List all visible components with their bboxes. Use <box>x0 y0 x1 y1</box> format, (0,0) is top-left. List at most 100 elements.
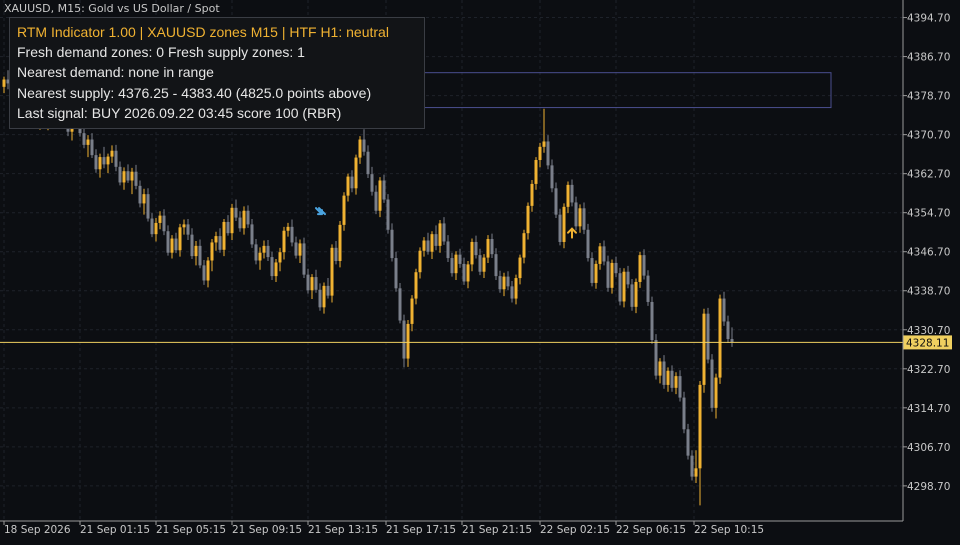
candle-body-bear <box>710 359 714 408</box>
candle-body-bear <box>114 150 118 167</box>
candle-body-bull <box>514 278 518 299</box>
candle-body-bear <box>546 141 550 166</box>
candle-body-bull <box>158 215 162 223</box>
panel-last-signal: Last signal: BUY 2026.09.22 03:45 score … <box>17 104 342 121</box>
candle-body-bull <box>354 157 358 189</box>
candle-body-bull <box>466 264 470 282</box>
candle-body-bear <box>434 234 438 246</box>
candle-body-bull <box>418 250 422 273</box>
candle-body-bear <box>606 261 610 288</box>
candle-body-bull <box>2 79 6 87</box>
candle-body-bear <box>510 286 514 299</box>
candle-body-bear <box>398 288 402 321</box>
candle-body-bear <box>294 242 298 256</box>
panel-title: RTM Indicator 1.00 | XAUUSD zones M15 | … <box>17 24 389 40</box>
y-tick-label: 4306.70 <box>907 442 950 454</box>
candle-body-bear <box>646 275 650 302</box>
candle-body-bull <box>638 255 642 282</box>
candle-body-bear <box>226 221 230 234</box>
candle-body-bear <box>318 289 322 308</box>
y-tick-label: 4322.70 <box>907 364 950 376</box>
candle-body-bull <box>658 361 662 376</box>
candle-body-bull <box>110 150 114 157</box>
candle-body-bull <box>86 139 90 145</box>
candle-body-bull <box>210 242 214 261</box>
candle-body-bear <box>494 254 498 277</box>
candle-body-bear <box>490 239 494 255</box>
candle-body-bear <box>426 240 430 252</box>
candle-body-bull <box>214 236 218 243</box>
candle-body-bull <box>610 262 614 288</box>
candle-body-bear <box>590 258 594 283</box>
candle-body-bear <box>386 199 390 230</box>
candle-body-bear <box>626 271 630 285</box>
x-tick-label: 22 Sep 06:15 <box>616 524 686 536</box>
x-tick-label: 21 Sep 05:15 <box>156 524 226 536</box>
x-tick-label: 21 Sep 21:15 <box>462 524 532 536</box>
candle-body-bull <box>578 208 582 227</box>
x-tick-label: 22 Sep 02:15 <box>540 524 610 536</box>
candle-body-bear <box>670 370 674 388</box>
candle-body-bear <box>94 155 98 170</box>
candle-body-bear <box>630 284 634 307</box>
x-tick-label: 21 Sep 13:15 <box>308 524 378 536</box>
y-tick-label: 4314.70 <box>907 403 950 415</box>
y-tick-label: 4338.70 <box>907 286 950 298</box>
candle-body-bear <box>126 171 130 181</box>
candle-body-bull <box>410 298 414 324</box>
candle-body-bull <box>698 384 702 469</box>
candle-body-bear <box>234 207 238 218</box>
candle-body-bear <box>726 321 730 340</box>
candle-body-bear <box>138 185 142 204</box>
candle-body-bull <box>674 376 678 388</box>
candle-body-bear <box>554 188 558 215</box>
candle-body-bear <box>162 215 166 232</box>
candle-body-bear <box>146 194 150 219</box>
candle-body-bull <box>330 247 334 296</box>
candle-body-bull <box>562 206 566 242</box>
candle-body-bull <box>666 370 670 385</box>
candle-body-bull <box>342 195 346 225</box>
candle-body-bear <box>498 276 502 290</box>
candle-body-bull <box>422 240 426 251</box>
chart-symbol-title: XAUUSD, M15: Gold vs US Dollar / Spot <box>4 2 220 15</box>
candle-body-bull <box>178 227 182 251</box>
candle-body-bull <box>258 252 262 261</box>
panel-zone-counts: Fresh demand zones: 0 Fresh supply zones… <box>17 44 305 61</box>
y-tick-label: 4378.70 <box>907 91 950 103</box>
rtm-info-panel: RTM Indicator 1.00 | XAUUSD zones M15 | … <box>9 17 425 129</box>
candle-body-bear <box>550 165 554 189</box>
candle-body-bear <box>602 246 606 262</box>
candle-body-bear <box>614 262 618 274</box>
candle-body-bull <box>718 298 722 378</box>
candle-body-bull <box>526 205 530 234</box>
y-tick-label: 4298.70 <box>907 481 950 493</box>
candle-body-bull <box>530 183 534 206</box>
candle-body-bear <box>618 273 622 302</box>
candle-body-bull <box>482 257 486 272</box>
candle-body-bear <box>570 184 574 203</box>
candle-body-bull <box>230 207 234 234</box>
candle-body-bull <box>486 239 490 258</box>
candle-body-bull <box>122 171 126 183</box>
candle-body-bear <box>186 224 190 235</box>
y-tick-label: 4362.70 <box>907 169 950 181</box>
candle-body-bull <box>414 272 418 299</box>
candle-body-bear <box>82 133 86 145</box>
candle-body-bull <box>566 184 570 207</box>
candle-body-bull <box>106 156 110 165</box>
candle-body-bear <box>458 254 462 264</box>
candle-body-bear <box>370 174 374 192</box>
candle-body-bear <box>246 210 250 225</box>
candle-body-bear <box>582 208 586 230</box>
candle-body-bear <box>682 397 686 430</box>
candle-body-bear <box>302 243 306 275</box>
candle-body-bull <box>502 276 506 290</box>
candle-body-bear <box>202 265 206 281</box>
candle-body-bear <box>166 231 170 253</box>
candle-body-bear <box>450 258 454 274</box>
y-tick-label: 4346.70 <box>907 247 950 259</box>
candle-body-bear <box>654 340 658 376</box>
candle-body-bull <box>278 252 282 263</box>
candle-body-bear <box>390 229 394 259</box>
